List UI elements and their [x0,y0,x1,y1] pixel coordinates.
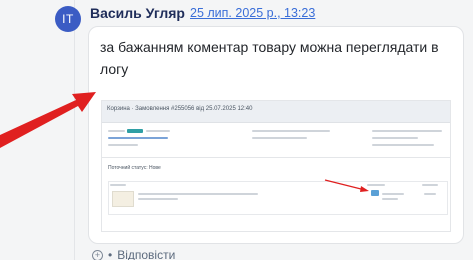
screenshot-status-tag [127,129,143,133]
screenshot-price-line [382,198,398,200]
screenshot-text-line [108,137,168,139]
screenshot-header: Корзина · Замовлення #255056 від 25.07.2… [102,101,450,123]
screenshot-text-line [108,144,138,146]
avatar[interactable]: IT [55,6,81,32]
screenshot-product-line [138,193,258,195]
comment-thread: IT Василь Угляр 25 лип. 2025 р., 13:23 з… [0,0,473,260]
comment-date-link[interactable]: 25 лип. 2025 р., 13:23 [190,6,315,20]
screenshot-text-line [372,130,442,132]
screenshot-product-line [138,198,178,200]
bullet-separator: • [108,248,113,260]
screenshot-text-line [252,137,307,139]
screenshot-section-title: Поточний статус: Нове [108,165,161,171]
reply-action[interactable]: + • Відповісти [92,248,175,260]
screenshot-text-line [146,130,170,132]
screenshot-price-line [424,193,436,195]
thread-line [74,0,75,260]
screenshot-text-line [108,130,125,132]
screenshot-price-line [382,193,404,195]
reply-icon[interactable]: + [92,249,103,260]
screenshot-text-line [252,130,330,132]
big-arrow-icon [0,92,96,148]
author-name[interactable]: Василь Угляр [90,5,185,21]
screenshot-product-thumbnail [112,191,134,207]
attached-screenshot[interactable]: Корзина · Замовлення #255056 від 25.07.2… [101,100,451,232]
screenshot-text-line [372,144,434,146]
screenshot-text-line [372,137,418,139]
screenshot-title: Корзина · Замовлення #255056 від 25.07.2… [107,106,253,112]
reply-link[interactable]: Відповісти [117,248,175,260]
comment-text: за бажанням коментар товару можна перегл… [100,39,439,77]
comment-icon [371,190,379,196]
screenshot-divider [102,157,450,158]
